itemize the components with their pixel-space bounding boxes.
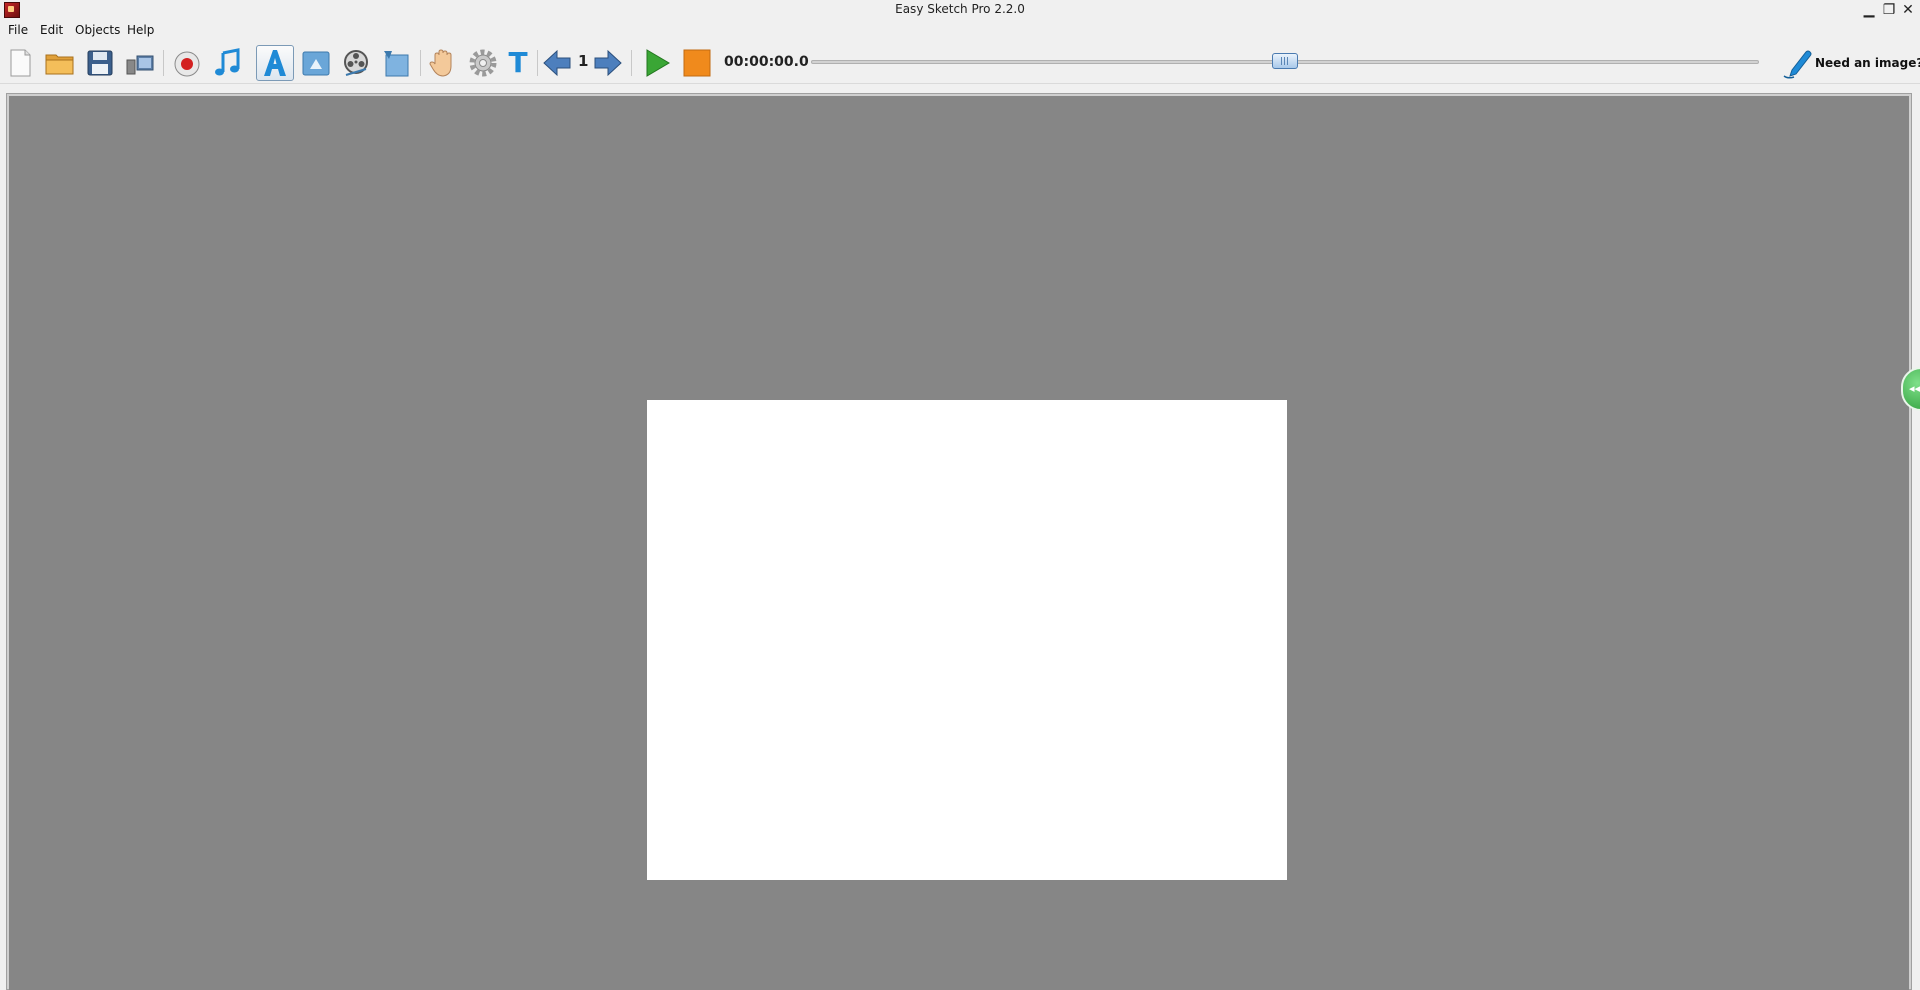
pen-icon [1783,50,1812,79]
menu-help[interactable]: Help [127,23,154,37]
page-number: 1 [578,52,589,70]
record-button[interactable] [171,47,203,79]
window-title: Easy Sketch Pro 2.2.0 [895,2,1025,16]
text-style-button[interactable]: T [504,47,532,79]
add-video-button[interactable] [340,47,372,79]
play-icon [646,49,670,77]
set-background-button[interactable] [380,47,412,79]
record-icon [174,51,200,77]
background-icon [384,51,409,77]
time-display: 00:00:00.0 [724,54,809,70]
canvas-workspace[interactable] [9,96,1909,990]
text-a-icon [264,50,286,76]
maximize-button[interactable]: ❐ [1880,1,1898,19]
add-text-button[interactable] [256,45,294,81]
toolbar-separator [537,50,538,76]
open-folder-icon [45,54,74,75]
menu-objects[interactable]: Objects [75,23,120,37]
menu-bar: File Edit Objects Help [0,20,1920,42]
close-button[interactable]: ✕ [1899,1,1917,19]
film-reel-icon [344,50,368,76]
export-video-button[interactable] [124,47,156,79]
hand-icon [429,49,452,77]
toolbar-separator [631,50,632,76]
minimize-button[interactable]: ▁ [1860,1,1878,19]
hand-tool-button[interactable] [426,47,458,79]
open-project-button[interactable] [44,47,76,79]
save-project-button[interactable] [84,47,116,79]
next-page-button[interactable] [592,47,624,79]
new-document-icon [10,49,31,77]
add-music-button[interactable] [211,47,243,79]
play-button[interactable] [641,47,673,79]
toolbar-separator [163,50,164,76]
stop-button[interactable] [681,47,713,79]
image-icon [302,51,330,76]
music-icon [215,48,240,76]
arrow-right-icon [594,49,622,77]
new-document-button[interactable] [4,47,36,79]
toolbar-separator [420,50,421,76]
sketch-page[interactable] [647,400,1287,880]
export-video-icon [126,55,154,75]
stop-icon [683,49,711,77]
need-an-image-label: Need an image? [1815,56,1920,70]
add-image-button[interactable] [300,47,332,79]
main-toolbar: T 1 00:00:00.0 Need an image? [0,42,1920,84]
menu-file[interactable]: File [8,23,28,37]
title-bar: Easy Sketch Pro 2.2.0 ▁ ❐ ✕ [0,0,1920,20]
timeline-slider-thumb[interactable] [1272,53,1298,69]
text-t-icon: T [508,46,528,79]
gear-icon [469,49,497,77]
previous-page-button[interactable] [541,47,573,79]
collapse-icon: ◂◂ [1909,382,1920,395]
arrow-left-icon [543,49,571,77]
save-disk-icon [87,50,113,76]
menu-edit[interactable]: Edit [40,23,63,37]
settings-button[interactable] [467,47,499,79]
